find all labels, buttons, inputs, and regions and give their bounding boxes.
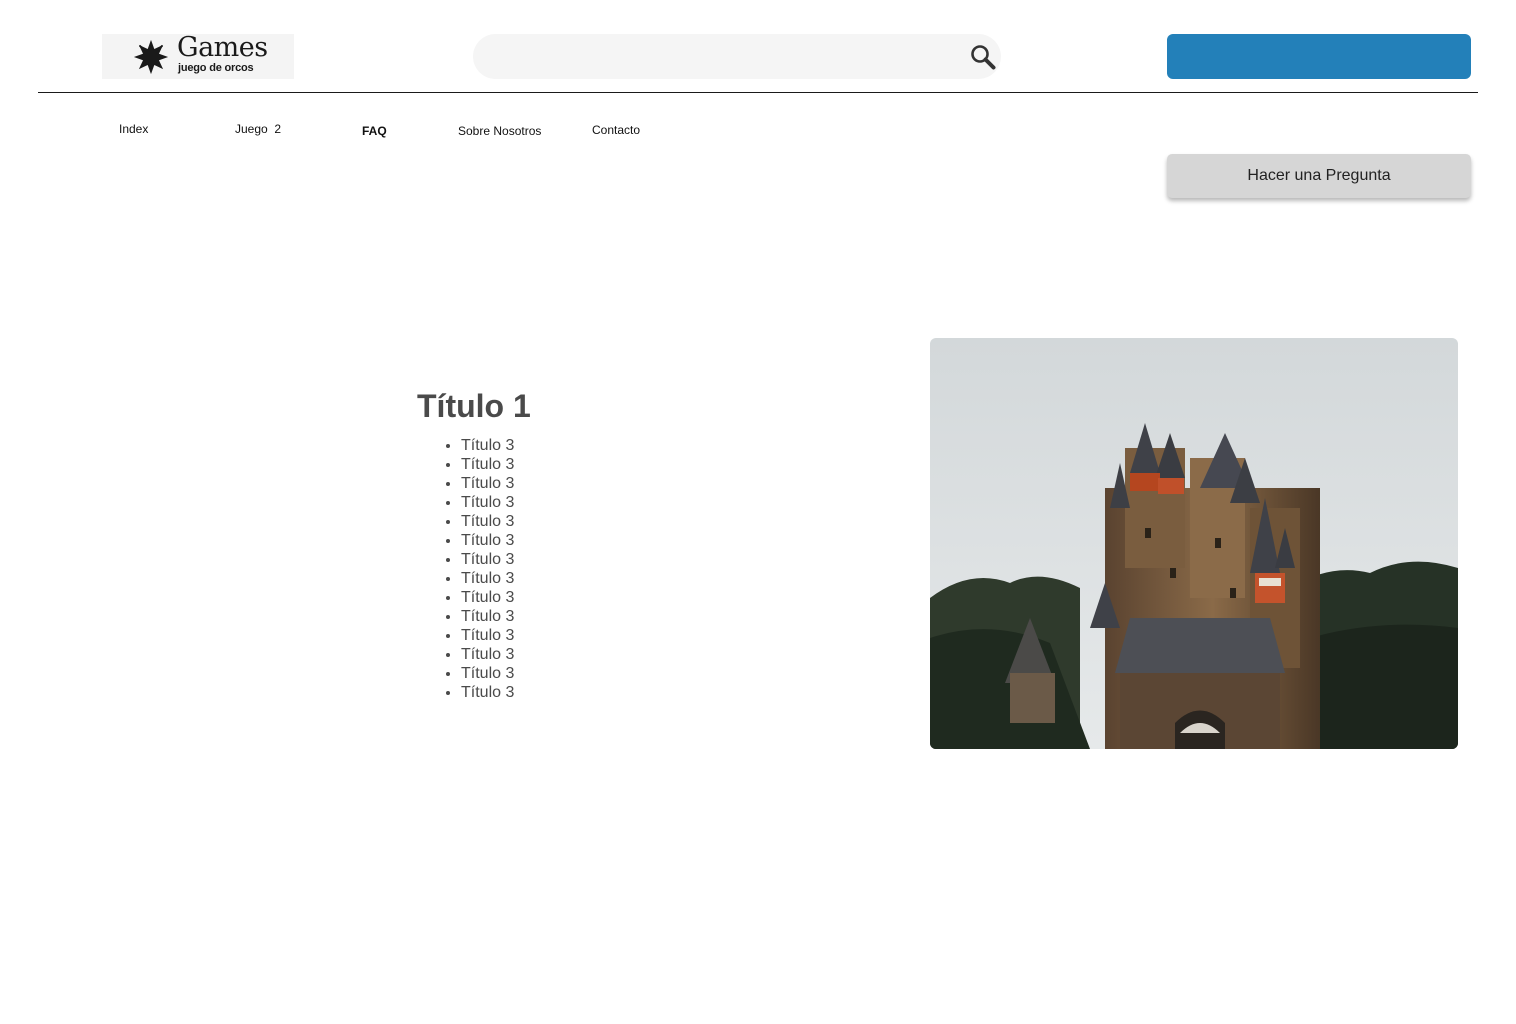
- list-item[interactable]: Título 3: [461, 645, 514, 664]
- castle-photo: [930, 338, 1458, 749]
- list-item[interactable]: Título 3: [461, 474, 514, 493]
- list-item[interactable]: Título 3: [461, 550, 514, 569]
- list-item[interactable]: Título 3: [461, 455, 514, 474]
- search-icon[interactable]: [969, 43, 997, 71]
- list-item[interactable]: Título 3: [461, 607, 514, 626]
- logo[interactable]: Games juego de orcos: [102, 34, 294, 79]
- list-item[interactable]: Título 3: [461, 569, 514, 588]
- list-item[interactable]: Título 3: [461, 531, 514, 550]
- nav-item-juego-2[interactable]: Juego 2: [235, 122, 281, 136]
- logo-subtitle: juego de orcos: [178, 62, 254, 74]
- top-action-button[interactable]: [1167, 34, 1471, 79]
- list-item[interactable]: Título 3: [461, 626, 514, 645]
- nav-item-sobre-nosotros[interactable]: Sobre Nosotros: [458, 124, 541, 138]
- ask-question-button[interactable]: Hacer una Pregunta: [1167, 154, 1471, 198]
- topic-list: Título 3 Título 3 Título 3 Título 3 Títu…: [431, 436, 514, 702]
- header-divider: [38, 92, 1478, 93]
- list-item[interactable]: Título 3: [461, 683, 514, 702]
- page-title: Título 1: [417, 388, 531, 424]
- list-item[interactable]: Título 3: [461, 493, 514, 512]
- nav-item-index[interactable]: Index: [119, 122, 148, 136]
- nav-item-faq[interactable]: FAQ: [362, 124, 387, 138]
- list-item[interactable]: Título 3: [461, 436, 514, 455]
- list-item[interactable]: Título 3: [461, 512, 514, 531]
- list-item[interactable]: Título 3: [461, 588, 514, 607]
- logo-title: Games: [177, 32, 268, 63]
- nav-item-contacto[interactable]: Contacto: [592, 123, 640, 137]
- search-bar[interactable]: [473, 34, 1001, 79]
- flower-logo-icon: [133, 39, 169, 75]
- list-item[interactable]: Título 3: [461, 664, 514, 683]
